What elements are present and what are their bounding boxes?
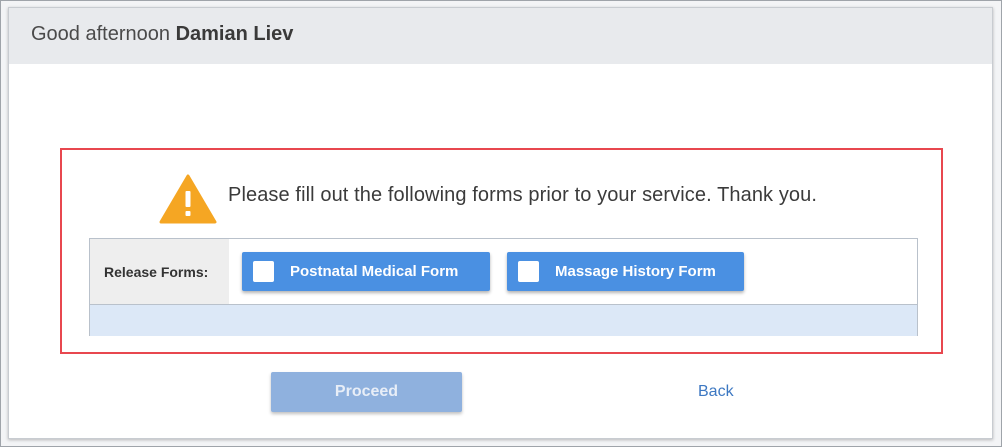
release-forms-table: Release Forms: Postnatal Medical Form Ma…	[89, 238, 918, 336]
greeting: Good afternoon Damian Liev	[31, 23, 293, 46]
postnatal-medical-form-button[interactable]: Postnatal Medical Form	[242, 252, 490, 291]
release-forms-label: Release Forms:	[104, 264, 209, 280]
massage-history-form-button[interactable]: Massage History Form	[507, 252, 744, 291]
alert-message: Please fill out the following forms prio…	[228, 184, 818, 206]
main-panel: Good afternoon Damian Liev Please fill o…	[8, 7, 993, 439]
back-link[interactable]: Back	[698, 383, 734, 401]
greeting-prefix: Good afternoon	[31, 23, 170, 45]
checkbox-icon[interactable]	[518, 261, 539, 282]
user-name: Damian Liev	[175, 23, 294, 45]
release-forms-footer	[90, 304, 917, 336]
release-forms-label-cell: Release Forms:	[90, 239, 229, 304]
warning-icon	[159, 174, 217, 224]
form-button-label: Massage History Form	[555, 263, 716, 280]
forms-alert-box: Please fill out the following forms prio…	[60, 148, 943, 354]
window-frame: Good afternoon Damian Liev Please fill o…	[0, 0, 1002, 447]
page-header: Good afternoon Damian Liev	[9, 8, 992, 64]
form-button-label: Postnatal Medical Form	[290, 263, 459, 280]
checkbox-icon[interactable]	[253, 261, 274, 282]
proceed-button[interactable]: Proceed	[271, 372, 462, 412]
